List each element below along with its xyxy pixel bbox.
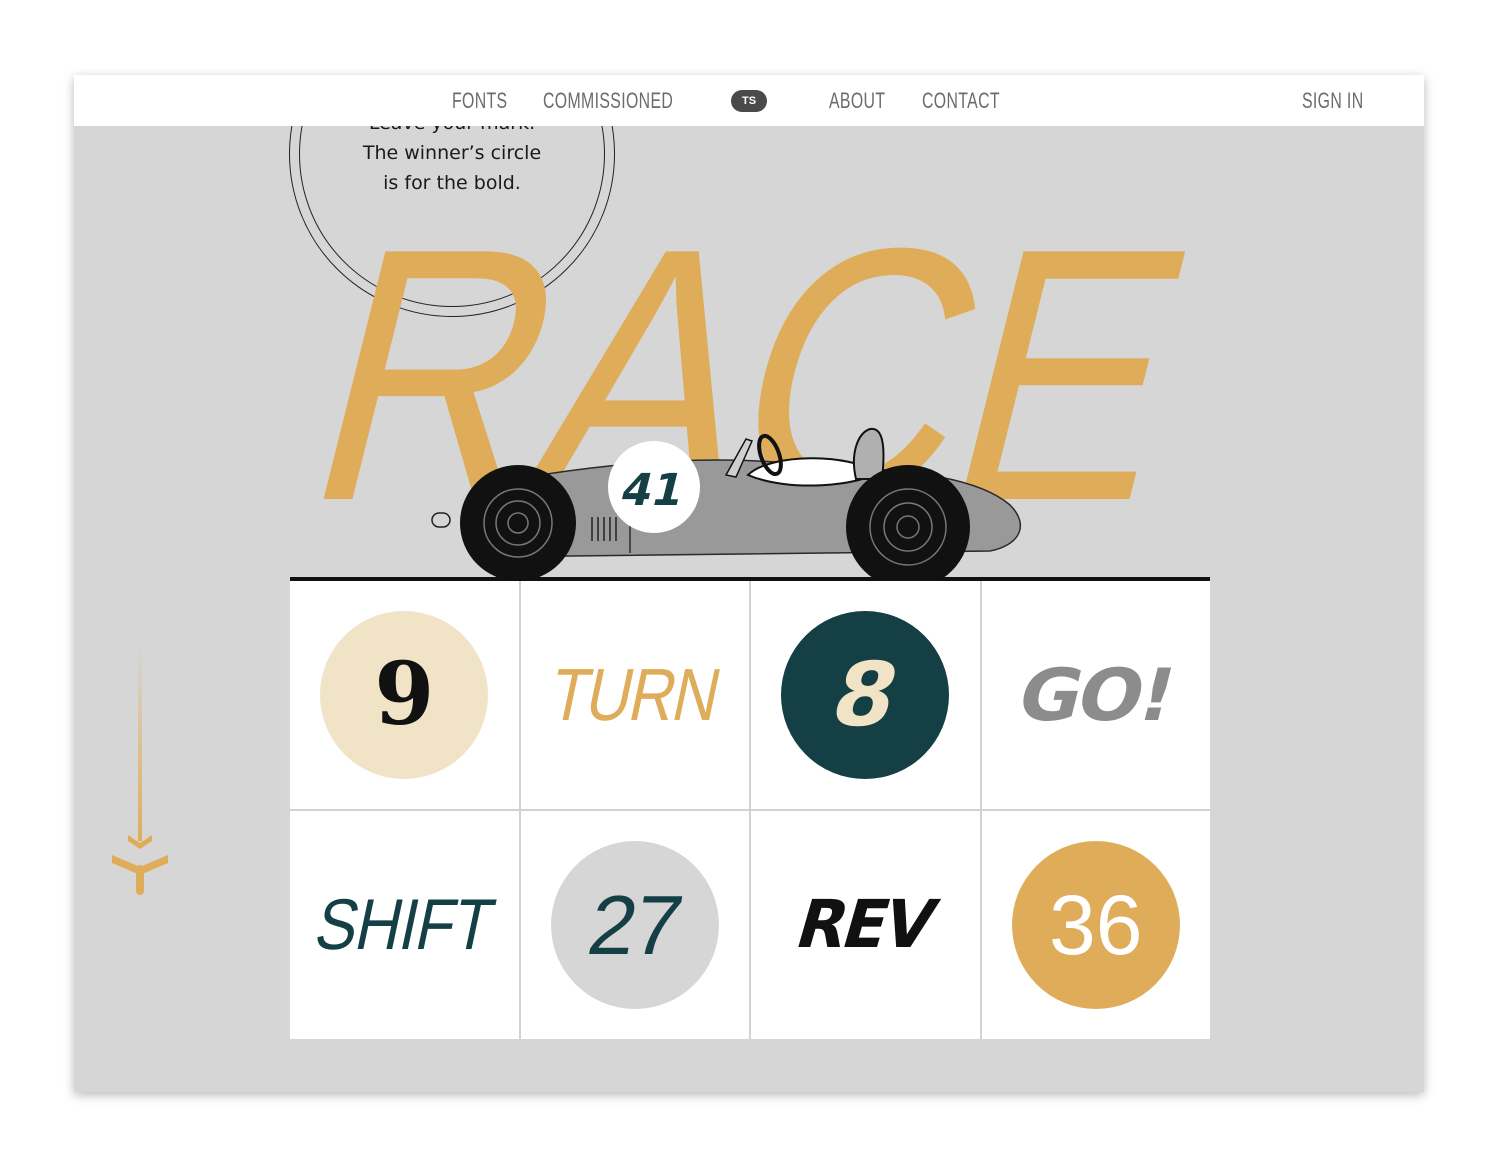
- specimen-glyph: 9: [374, 644, 435, 745]
- specimen-glyph: REV: [788, 886, 943, 963]
- specimen-disc: 8: [781, 611, 950, 779]
- car-rear-wheel: [460, 465, 576, 581]
- specimen-disc: 9: [320, 611, 489, 779]
- specimen-glyph: 27: [581, 878, 688, 972]
- top-navigation: FONTS COMMISSIONED TS ABOUT CONTACT SIGN…: [74, 75, 1424, 126]
- specimen-glyph: TURN: [543, 653, 727, 736]
- car-number: 41: [616, 465, 690, 516]
- nav-link-commissioned[interactable]: COMMISSIONED: [543, 75, 673, 126]
- specimen-tile-go[interactable]: GO!: [981, 581, 1210, 809]
- specimen-disc: 27: [550, 841, 719, 1009]
- specimen-glyph: SHIFT: [308, 885, 501, 965]
- browser-viewport: FONTS COMMISSIONED TS ABOUT CONTACT SIGN…: [74, 75, 1424, 1092]
- nav-link-contact[interactable]: CONTACT: [922, 75, 1000, 126]
- car-headrest: [852, 427, 885, 480]
- race-car-illustration: 41: [431, 427, 1021, 581]
- specimen-tile-36[interactable]: 36: [981, 811, 1210, 1039]
- specimen-tile-9[interactable]: 9: [290, 581, 519, 809]
- tagline-line-2: The winner’s circle: [362, 142, 542, 164]
- specimen-tile-27[interactable]: 27: [520, 811, 749, 1039]
- specimen-glyph: GO!: [1009, 653, 1182, 737]
- scroll-down-arrow-icon[interactable]: [110, 645, 170, 905]
- specimen-glyph: 36: [1049, 878, 1143, 972]
- specimen-glyph: 8: [821, 643, 909, 746]
- specimen-disc: 36: [1011, 841, 1180, 1009]
- car-nose-intake: [431, 512, 451, 528]
- nav-link-about[interactable]: ABOUT: [829, 75, 885, 126]
- specimen-tile-rev[interactable]: REV: [751, 811, 980, 1039]
- site-logo[interactable]: TS: [731, 90, 767, 112]
- specimen-tile-8[interactable]: 8: [751, 581, 980, 809]
- specimen-tile-turn[interactable]: TURN: [520, 581, 749, 809]
- specimen-tile-shift[interactable]: SHIFT: [290, 811, 519, 1039]
- sign-in-link[interactable]: SIGN IN: [1302, 75, 1363, 126]
- glyph-specimen-grid: 9 TURN 8 GO! SHIFT 27 REV 36: [290, 581, 1210, 1039]
- nav-link-fonts[interactable]: FONTS: [452, 75, 507, 126]
